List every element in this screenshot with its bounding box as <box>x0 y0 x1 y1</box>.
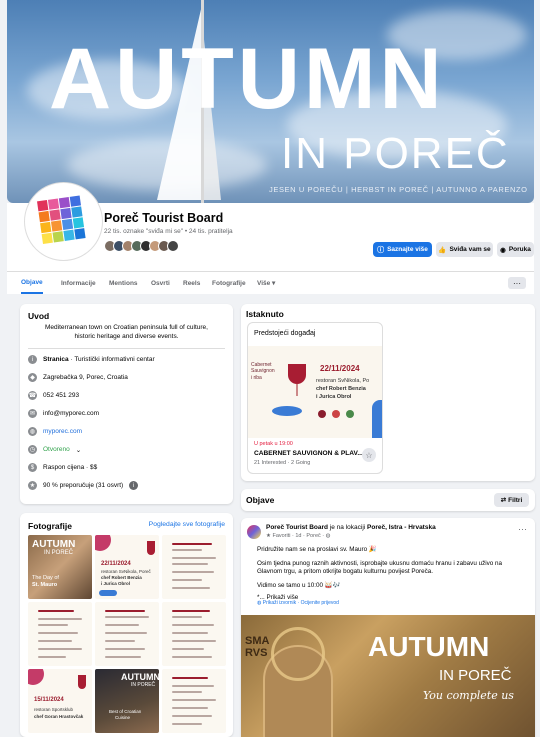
photo-grid: AUTUMN IN POREČ The Day of St. Mauro 22/… <box>28 535 226 733</box>
image-script: You complete us <box>423 689 514 702</box>
page-logo <box>37 195 86 245</box>
messenger-icon: ◉ <box>500 246 506 254</box>
tab-more[interactable]: Više ▾ <box>257 272 275 294</box>
post-image[interactable]: SMA RVS AUTUMN IN POREČ You complete us <box>241 615 535 737</box>
info-icon[interactable]: i <box>129 481 139 490</box>
photo-thumb[interactable]: 22/11/2024 restoran SvNikola, Poreč chef… <box>95 535 159 599</box>
thumbs-up-icon: 👍 <box>438 246 447 254</box>
phone-row[interactable]: ☎ 052 451 293 <box>28 391 79 400</box>
photo-thumb[interactable]: 15/11/2024 restoran Sportsklub chef Gora… <box>28 669 92 733</box>
globe-icon: ◍ <box>28 427 37 436</box>
website-row[interactable]: ◍ myporec.com <box>28 427 82 436</box>
star-icon[interactable]: ☆ <box>362 448 376 462</box>
page-tabs: Objave Informacije Mentions Osvrti Reels… <box>7 271 534 294</box>
event-label: Predstojeći događaj <box>254 330 316 337</box>
event-name[interactable]: CABERNET SAUVIGNON & PLAV... <box>254 450 363 457</box>
page-stats[interactable]: 22 tis. oznake "sviđa mi se" • 24 tis. p… <box>104 228 233 235</box>
see-all-photos-link[interactable]: Pogledajte sve fotografije <box>149 521 225 528</box>
friend-avatars[interactable] <box>104 240 179 252</box>
photos-title: Fotografije <box>28 521 72 531</box>
event-date: U petak u 19:00 <box>254 441 293 447</box>
photo-thumb[interactable] <box>162 535 226 599</box>
featured-title: Istaknuto <box>246 309 284 319</box>
mail-icon: ✉ <box>28 409 37 418</box>
tab-photos[interactable]: Fotografije <box>212 272 246 294</box>
author-name[interactable]: Poreč Tourist Board <box>266 524 328 531</box>
tab-reels[interactable]: Reels <box>183 272 200 294</box>
message-button[interactable]: ◉ Poruka <box>497 242 534 257</box>
see-original-link[interactable]: Prikaži izvornik <box>263 600 296 606</box>
event-card[interactable]: Predstojeći događaj Cabernet Sauvignon i r… <box>247 322 383 474</box>
price-tag-icon: $ <box>28 463 37 472</box>
page-name[interactable]: Poreč Tourist Board <box>104 211 223 225</box>
rate-translation-link[interactable]: Ocijenite prijevod <box>301 600 339 606</box>
event-poster[interactable]: Cabernet Sauvignon i riba 22/11/2024 resto… <box>248 346 382 438</box>
photo-thumb[interactable] <box>95 602 159 666</box>
post-card: Poreč Tourist Board je na lokaciji Poreč… <box>241 518 535 737</box>
email-row[interactable]: ✉ info@myporec.com <box>28 409 99 418</box>
photos-card: Fotografije Pogledajte sve fotografije A… <box>20 513 233 737</box>
intro-title: Uvod <box>28 311 50 321</box>
intro-bio: Mediterranean town on Croatian peninsula… <box>45 324 208 340</box>
page-avatar[interactable] <box>25 183 102 260</box>
price-row: $ Raspon cijena · $$ <box>28 463 97 472</box>
post-location[interactable]: Poreč, Istra - Hrvatska <box>367 524 436 531</box>
hours-row[interactable]: ◷ Otvoreno ⌄ <box>28 445 81 454</box>
rating-row[interactable]: ★ 90 % preporučuje (31 osvrt) i <box>28 481 139 490</box>
photo-thumb[interactable] <box>28 602 92 666</box>
divider <box>28 348 225 349</box>
post-text: Pridružite nam se na proslavi sv. Mauro … <box>257 546 521 603</box>
tab-about[interactable]: Informacije <box>61 272 96 294</box>
star-icon: ★ <box>28 481 37 490</box>
featured-card: Istaknuto Predstojeći događaj Cabernet Sa… <box>241 304 535 481</box>
liked-button[interactable]: 👍 Sviđa vam se <box>436 242 493 257</box>
tab-mentions[interactable]: Mentions <box>109 272 138 294</box>
cover-photo[interactable]: AUTUMN IN POREČ JESEN U POREČU | HERBST … <box>7 0 534 203</box>
cover-tagline: JESEN U POREČU | HERBST IN POREČ | AUTUN… <box>269 185 528 194</box>
tab-posts[interactable]: Objave <box>21 272 43 294</box>
address-row[interactable]: ◆ Zagrebačka 9, Porec, Croatia <box>28 373 128 382</box>
author-avatar[interactable] <box>247 525 261 539</box>
post-meta[interactable]: ★ Favoriti · 1d · Poreč · ◍ <box>266 533 330 539</box>
intro-card: Uvod Mediterranean town on Croatian peni… <box>20 304 233 504</box>
post-header-line: Poreč Tourist Board je na lokaciji Poreč… <box>266 524 436 531</box>
photo-thumb[interactable] <box>162 602 226 666</box>
photo-thumb[interactable]: AUTUMN IN POREČ Best of Croatian Cuisine <box>95 669 159 733</box>
sliders-icon: ⇄ <box>500 497 507 504</box>
image-subtitle: IN POREČ <box>439 667 512 684</box>
translation-links: ◍ Prikaži izvornik · Ocijenite prijevod <box>257 600 339 606</box>
learn-more-button[interactable]: ⓘ Saznajte više <box>373 242 432 257</box>
image-title: AUTUMN <box>368 631 490 662</box>
info-icon: i <box>28 355 37 364</box>
posts-title: Objave <box>246 495 275 505</box>
cover-title: AUTUMN <box>49 31 446 127</box>
category-row: i Stranica · Turistički informativni cen… <box>28 355 155 364</box>
fish-icon <box>272 406 302 416</box>
photo-thumb[interactable]: AUTUMN IN POREČ The Day of St. Mauro <box>28 535 92 599</box>
phone-icon: ☎ <box>28 391 37 400</box>
filter-button[interactable]: ⇄ Filtri <box>494 493 529 507</box>
wine-glass-icon <box>288 364 306 384</box>
info-icon: ⓘ <box>377 246 385 254</box>
more-options-button[interactable]: ··· <box>508 277 526 289</box>
tab-reviews[interactable]: Osvrti <box>151 272 170 294</box>
event-stats: 21 Interested · 2 Going <box>254 460 311 466</box>
photo-thumb[interactable] <box>162 669 226 733</box>
posts-header: Objave ⇄ Filtri <box>241 489 535 511</box>
page-header: Poreč Tourist Board 22 tis. oznake "sviđ… <box>7 183 534 294</box>
cover-subtitle: IN POREČ <box>281 129 510 178</box>
post-options-icon[interactable]: ··· <box>518 524 527 534</box>
location-pin-icon: ◆ <box>28 373 37 382</box>
clock-icon: ◷ <box>28 445 37 454</box>
